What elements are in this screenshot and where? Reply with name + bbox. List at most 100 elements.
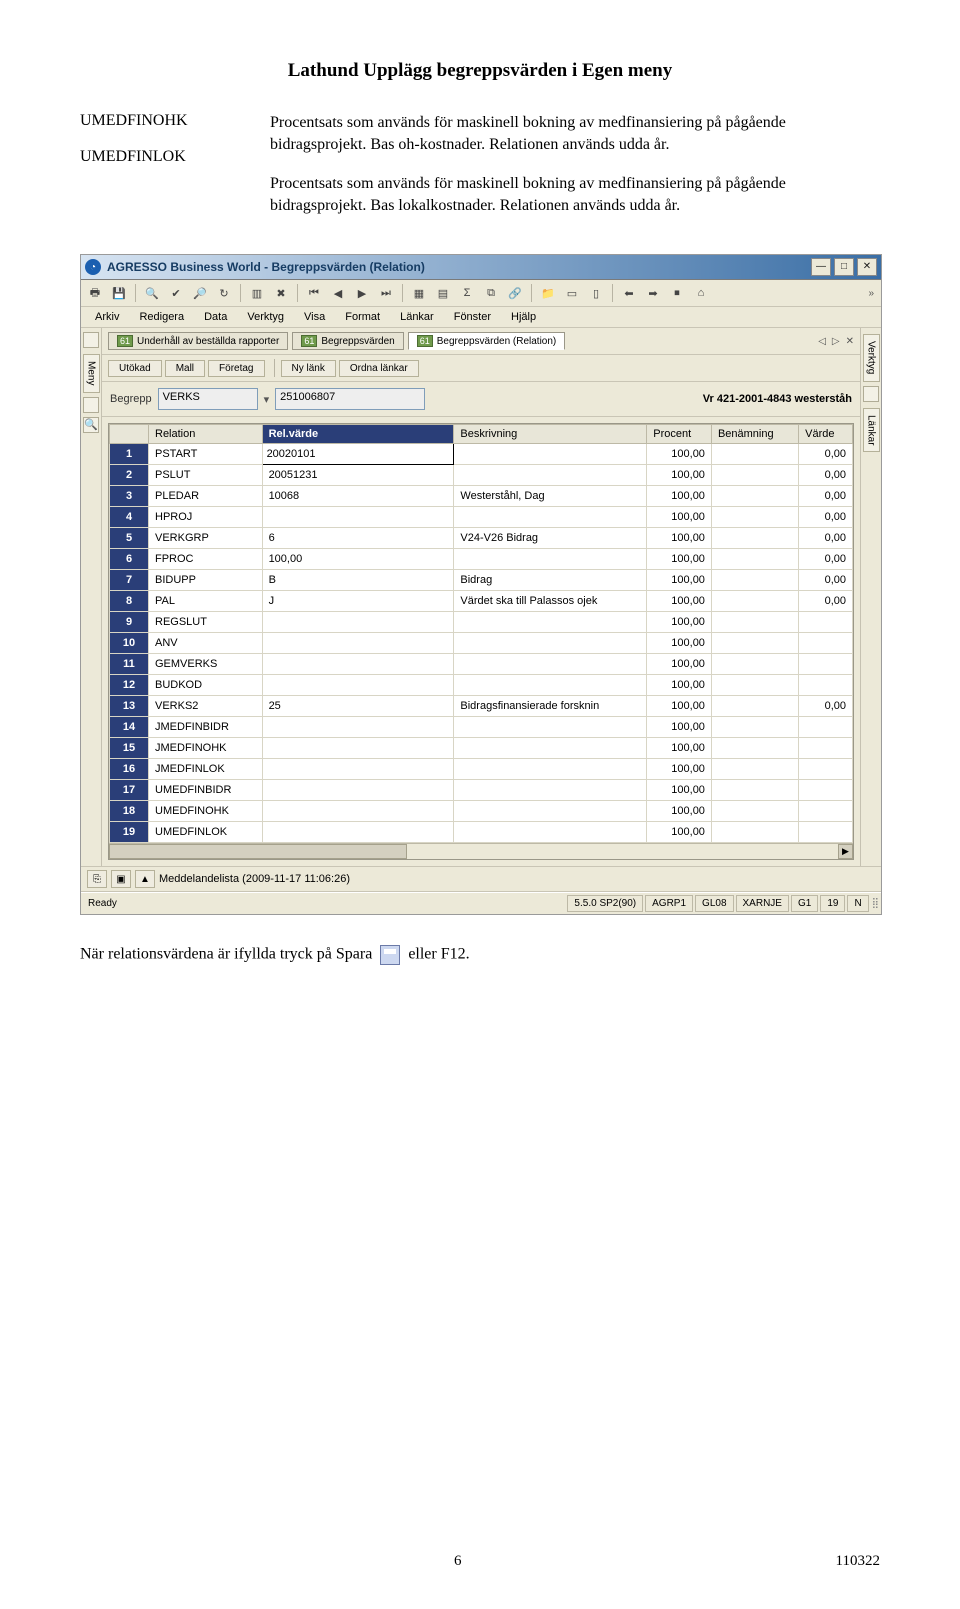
cell-procent[interactable]: 100,00	[647, 507, 712, 528]
cell-varde[interactable]: 0,00	[799, 549, 853, 570]
cell-benamning[interactable]	[711, 591, 798, 612]
cell-relvarde[interactable]	[262, 507, 454, 528]
cell-procent[interactable]: 100,00	[647, 444, 712, 465]
side-icon-r1[interactable]	[863, 386, 879, 402]
cell-benamning[interactable]	[711, 822, 798, 843]
cell-varde[interactable]	[799, 759, 853, 780]
cell-benamning[interactable]	[711, 612, 798, 633]
cell-relation[interactable]: ANV	[149, 633, 263, 654]
cell-varde[interactable]	[799, 780, 853, 801]
sheet-icon[interactable]: ▯	[585, 282, 607, 304]
cell-varde[interactable]	[799, 633, 853, 654]
delete-icon[interactable]: ✖	[270, 282, 292, 304]
cell-beskrivning[interactable]	[454, 801, 647, 822]
table-row[interactable]: 17UMEDFINBIDR100,00	[110, 780, 853, 801]
cell-relvarde[interactable]	[262, 801, 454, 822]
cell-benamning[interactable]	[711, 780, 798, 801]
menu-hjalp[interactable]: Hjälp	[501, 307, 546, 327]
cell-procent[interactable]: 100,00	[647, 570, 712, 591]
cell-relvarde[interactable]: 20051231	[262, 465, 454, 486]
cell-relation[interactable]: BIDUPP	[149, 570, 263, 591]
side-toggle-icon[interactable]	[83, 332, 99, 348]
back-icon[interactable]: ⬅	[618, 282, 640, 304]
col-header[interactable]: Värde	[799, 425, 853, 444]
close-button[interactable]: ✕	[857, 258, 877, 276]
cell-beskrivning[interactable]	[454, 654, 647, 675]
cell-procent[interactable]: 100,00	[647, 801, 712, 822]
cell-varde[interactable]	[799, 654, 853, 675]
cell-procent[interactable]: 100,00	[647, 696, 712, 717]
cell-benamning[interactable]	[711, 465, 798, 486]
cell-relation[interactable]: VERKS2	[149, 696, 263, 717]
last-icon[interactable]: ⏭	[375, 282, 397, 304]
cell-relation[interactable]: BUDKOD	[149, 675, 263, 696]
table-row[interactable]: 6FPROC100,00100,000,00	[110, 549, 853, 570]
cell-beskrivning[interactable]	[454, 444, 647, 465]
col-header[interactable]	[110, 425, 149, 444]
tab-begreppsvarden-relation[interactable]: 61Begreppsvärden (Relation)	[408, 332, 566, 350]
cell-varde[interactable]	[799, 738, 853, 759]
cell-relation[interactable]: UMEDFINOHK	[149, 801, 263, 822]
cell-benamning[interactable]	[711, 486, 798, 507]
table-row[interactable]: 4HPROJ100,000,00	[110, 507, 853, 528]
cell-procent[interactable]: 100,00	[647, 675, 712, 696]
cell-procent[interactable]: 100,00	[647, 612, 712, 633]
next-icon[interactable]: ▶	[351, 282, 373, 304]
relvarde-input[interactable]	[263, 446, 454, 462]
cell-relation[interactable]: PLEDAR	[149, 486, 263, 507]
cell-relvarde[interactable]	[262, 780, 454, 801]
cell-relvarde[interactable]	[262, 675, 454, 696]
col-header[interactable]: Rel.värde	[262, 425, 454, 444]
horizontal-scrollbar[interactable]: ▶	[109, 843, 853, 859]
cell-varde[interactable]: 0,00	[799, 528, 853, 549]
check-icon[interactable]: ✔	[165, 282, 187, 304]
cell-procent[interactable]: 100,00	[647, 591, 712, 612]
cell-relation[interactable]: JMEDFINBIDR	[149, 717, 263, 738]
cell-relation[interactable]: JMEDFINLOK	[149, 759, 263, 780]
cell-benamning[interactable]	[711, 570, 798, 591]
table-row[interactable]: 2PSLUT20051231100,000,00	[110, 465, 853, 486]
cell-benamning[interactable]	[711, 675, 798, 696]
cell-procent[interactable]: 100,00	[647, 465, 712, 486]
btn-mall[interactable]: Mall	[165, 360, 205, 377]
cell-benamning[interactable]	[711, 528, 798, 549]
cell-relvarde[interactable]	[262, 759, 454, 780]
cell-relation[interactable]: PAL	[149, 591, 263, 612]
cell-relvarde[interactable]	[262, 717, 454, 738]
cell-procent[interactable]: 100,00	[647, 780, 712, 801]
cell-relation[interactable]: JMEDFINOHK	[149, 738, 263, 759]
scrollbar-thumb[interactable]	[109, 844, 407, 859]
grid-icon[interactable]: ▦	[408, 282, 430, 304]
table-row[interactable]: 5VERKGRP6V24-V26 Bidrag100,000,00	[110, 528, 853, 549]
cell-procent[interactable]: 100,00	[647, 822, 712, 843]
cell-beskrivning[interactable]	[454, 780, 647, 801]
link-icon[interactable]: 🔗	[504, 282, 526, 304]
cell-procent[interactable]: 100,00	[647, 549, 712, 570]
search-icon[interactable]: 🔎	[189, 282, 211, 304]
btn-foretag[interactable]: Företag	[208, 360, 264, 377]
cell-relation[interactable]: PSTART	[149, 444, 263, 465]
msg-pin-icon[interactable]: ▣	[111, 870, 131, 888]
side-tab-verktyg[interactable]: Verktyg	[863, 334, 880, 381]
cell-relation[interactable]: UMEDFINLOK	[149, 822, 263, 843]
cell-procent[interactable]: 100,00	[647, 759, 712, 780]
table-row[interactable]: 15JMEDFINOHK100,00	[110, 738, 853, 759]
cell-relvarde[interactable]: 10068	[262, 486, 454, 507]
cell-relvarde[interactable]	[262, 633, 454, 654]
cell-varde[interactable]	[799, 801, 853, 822]
cell-varde[interactable]: 0,00	[799, 444, 853, 465]
msg-up-icon[interactable]: ▲	[135, 870, 155, 888]
tab-nav-left-icon[interactable]: ◁	[818, 336, 826, 347]
cell-benamning[interactable]	[711, 738, 798, 759]
side-search-icon[interactable]: 🔍	[83, 417, 99, 433]
cell-relvarde[interactable]: 6	[262, 528, 454, 549]
tab-close-icon[interactable]: ✕	[846, 336, 854, 347]
table-row[interactable]: 16JMEDFINLOK100,00	[110, 759, 853, 780]
cell-benamning[interactable]	[711, 549, 798, 570]
cell-relation[interactable]: FPROC	[149, 549, 263, 570]
table-row[interactable]: 7BIDUPPBBidrag100,000,00	[110, 570, 853, 591]
cell-varde[interactable]: 0,00	[799, 696, 853, 717]
cell-relation[interactable]: PSLUT	[149, 465, 263, 486]
cell-beskrivning[interactable]	[454, 633, 647, 654]
table-row[interactable]: 14JMEDFINBIDR100,00	[110, 717, 853, 738]
